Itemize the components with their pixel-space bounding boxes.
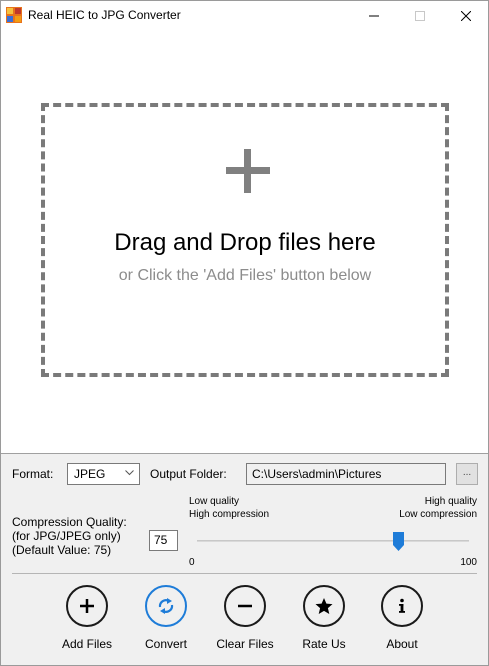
star-icon — [315, 598, 333, 614]
convert-arrows-icon — [158, 598, 174, 614]
output-folder-field[interactable]: C:\Users\admin\Pictures — [246, 463, 446, 485]
minus-icon — [238, 604, 252, 608]
output-folder-label: Output Folder: — [150, 467, 227, 481]
app-logo-icon — [6, 7, 22, 23]
drop-zone-subtitle: or Click the 'Add Files' button below — [118, 267, 372, 284]
slider-min-label: 0 — [189, 557, 195, 568]
quality-slider-thumb[interactable] — [393, 532, 404, 551]
output-folder-value: C:\Users\admin\Pictures — [252, 467, 382, 481]
add-files-label: Add Files — [61, 637, 113, 651]
clear-files-circle[interactable] — [224, 585, 266, 627]
title-bar: Real HEIC to JPG Converter — [1, 1, 488, 31]
convert-circle[interactable] — [145, 585, 187, 627]
drop-area: Drag and Drop files here or Click the 'A… — [1, 31, 488, 453]
settings-panel: Format: JPEG Output Folder: C:\Users\adm… — [1, 453, 488, 665]
slider-max-label: 100 — [460, 557, 477, 568]
convert-label: Convert — [144, 637, 188, 651]
format-select[interactable]: JPEG — [67, 463, 140, 485]
add-files-circle[interactable] — [66, 585, 108, 627]
low-quality-label: Low quality — [189, 496, 240, 507]
maximize-button[interactable] — [397, 1, 443, 31]
close-button[interactable] — [443, 1, 489, 31]
maximize-icon — [415, 11, 425, 21]
app-window: Real HEIC to JPG Converter Drag and Drop… — [0, 0, 489, 666]
add-files-button[interactable]: Add Files — [47, 585, 127, 660]
rate-us-circle[interactable] — [303, 585, 345, 627]
browse-folder-button[interactable]: ... — [456, 463, 478, 485]
low-compression-label: Low compression — [399, 509, 477, 520]
about-button[interactable]: About — [362, 585, 442, 660]
window-title: Real HEIC to JPG Converter — [28, 8, 181, 22]
minimize-button[interactable] — [351, 1, 397, 31]
minimize-icon — [369, 15, 379, 17]
format-value: JPEG — [74, 467, 106, 481]
compression-quality-label: Compression Quality: — [12, 515, 127, 529]
info-icon — [399, 598, 405, 613]
drop-zone-title: Drag and Drop files here — [114, 229, 376, 256]
convert-button[interactable]: Convert — [126, 585, 206, 660]
chevron-down-icon — [125, 470, 134, 476]
high-compression-label: High compression — [189, 509, 270, 520]
add-plus-icon — [226, 149, 270, 193]
drop-zone[interactable]: Drag and Drop files here or Click the 'A… — [41, 103, 449, 377]
quality-value-field[interactable]: 75 — [149, 530, 178, 551]
format-label: Format: — [12, 467, 54, 481]
compression-note-label: (for JPG/JPEG only) — [12, 529, 121, 543]
plus-icon — [80, 599, 94, 613]
compression-default-label: (Default Value: 75) — [12, 543, 112, 557]
clear-files-label: Clear Files — [216, 637, 274, 651]
quality-slider-track[interactable] — [197, 540, 469, 542]
about-label: About — [386, 637, 418, 651]
rate-us-label: Rate Us — [302, 637, 346, 651]
high-quality-label: High quality — [424, 496, 477, 507]
about-circle[interactable] — [381, 585, 423, 627]
clear-files-button[interactable]: Clear Files — [205, 585, 285, 660]
divider — [12, 573, 477, 574]
close-icon — [461, 11, 471, 21]
rate-us-button[interactable]: Rate Us — [284, 585, 364, 660]
